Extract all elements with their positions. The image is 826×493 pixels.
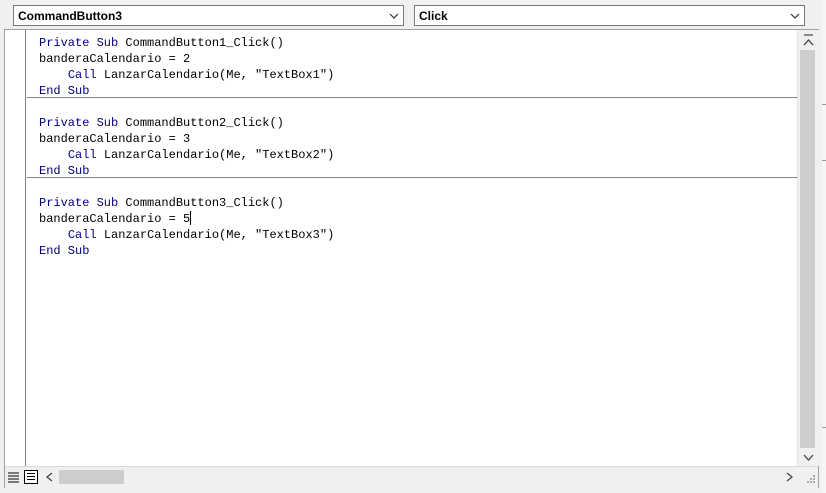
- code-editor-area[interactable]: Private Sub CommandButton1_Click() bande…: [27, 30, 797, 466]
- keyword: Call: [67, 148, 97, 162]
- chevron-left-icon[interactable]: [41, 468, 58, 486]
- code-line[interactable]: Private Sub CommandButton2_Click(): [39, 115, 284, 131]
- code-line[interactable]: Call LanzarCalendario(Me, "TextBox1"): [39, 67, 334, 83]
- procedure-dropdown[interactable]: Click: [414, 5, 805, 26]
- margin-indicator-bar[interactable]: [5, 30, 26, 466]
- code-text: CommandButton1_Click(): [118, 36, 284, 50]
- code-text: LanzarCalendario(Me, "TextBox2"): [96, 148, 335, 162]
- resize-grip-icon[interactable]: [802, 470, 816, 484]
- code-window: Private Sub CommandButton1_Click() bande…: [4, 29, 819, 488]
- keyword: End Sub: [39, 164, 90, 178]
- chevron-right-icon[interactable]: [781, 468, 798, 486]
- text-cursor: [190, 211, 192, 225]
- code-text: banderaCalendario = 2: [39, 52, 191, 66]
- code-line[interactable]: Call LanzarCalendario(Me, "TextBox2"): [39, 147, 334, 163]
- keyword: Call: [67, 68, 97, 82]
- code-text: CommandButton2_Click(): [118, 116, 284, 130]
- code-line[interactable]: banderaCalendario = 5: [39, 211, 192, 227]
- edge-tick: [822, 160, 826, 161]
- vertical-scrollbar-thumb[interactable]: [800, 50, 815, 448]
- procedure-view-icon[interactable]: [6, 469, 22, 485]
- vba-code-editor: CommandButton3 Click Private Sub Command…: [0, 0, 826, 493]
- chevron-down-icon[interactable]: [798, 449, 819, 466]
- keyword: End Sub: [39, 244, 90, 258]
- code-line[interactable]: banderaCalendario = 2: [39, 51, 190, 67]
- chevron-down-icon[interactable]: [385, 6, 403, 25]
- keyword: Call: [67, 228, 97, 242]
- object-dropdown[interactable]: CommandButton3: [13, 5, 404, 26]
- code-text: LanzarCalendario(Me, "TextBox1"): [96, 68, 335, 82]
- procedure-separator: [27, 97, 797, 98]
- horizontal-scroll-bar-area: [5, 466, 818, 488]
- edge-tick: [822, 427, 826, 428]
- code-line[interactable]: Private Sub CommandButton1_Click(): [39, 35, 284, 51]
- vertical-scrollbar[interactable]: [797, 30, 819, 466]
- chevron-down-icon[interactable]: [786, 6, 804, 25]
- code-text: banderaCalendario = 3: [39, 132, 191, 146]
- code-line[interactable]: banderaCalendario = 3: [39, 131, 190, 147]
- code-text: CommandButton3_Click(): [118, 196, 284, 210]
- horizontal-scrollbar-thumb[interactable]: [59, 470, 124, 484]
- procedure-separator: [27, 177, 797, 178]
- full-module-view-icon[interactable]: [23, 469, 39, 485]
- code-text: banderaCalendario = 5: [39, 212, 191, 226]
- keyword: End Sub: [39, 84, 90, 98]
- procedure-dropdown-value: Click: [419, 9, 448, 23]
- code-text: LanzarCalendario(Me, "TextBox3"): [96, 228, 335, 242]
- object-dropdown-value: CommandButton3: [18, 9, 122, 23]
- chevron-up-icon[interactable]: [798, 33, 819, 50]
- keyword: Private Sub: [39, 116, 119, 130]
- edge-tick: [822, 104, 826, 105]
- window-edge: [822, 0, 826, 493]
- code-line[interactable]: Private Sub CommandButton3_Click(): [39, 195, 284, 211]
- keyword: Private Sub: [39, 36, 119, 50]
- keyword: Private Sub: [39, 196, 119, 210]
- code-line[interactable]: End Sub: [39, 243, 89, 259]
- code-line[interactable]: Call LanzarCalendario(Me, "TextBox3"): [39, 227, 334, 243]
